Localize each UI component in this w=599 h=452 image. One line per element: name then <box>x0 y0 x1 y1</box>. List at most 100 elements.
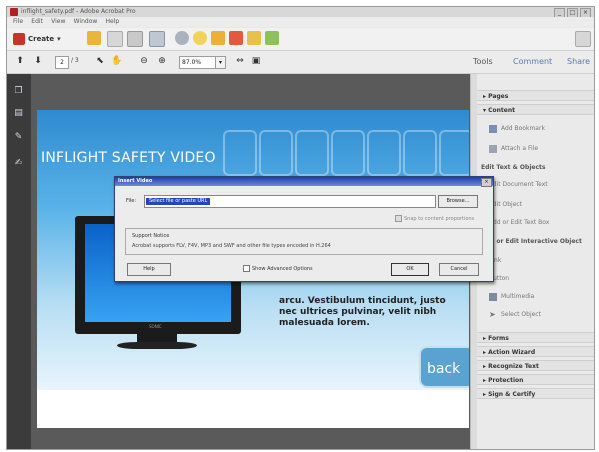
attachments-icon[interactable]: ✎ <box>13 132 24 143</box>
airplane-window-shape <box>367 130 401 176</box>
attach-file-item[interactable]: Attach a File <box>489 144 538 154</box>
next-page-icon[interactable]: ⬇ <box>33 56 43 67</box>
file-label: File: <box>126 198 137 204</box>
open-icon[interactable] <box>107 31 123 47</box>
combine-icon[interactable] <box>87 31 101 45</box>
panel-protection[interactable]: ▸ Protection <box>477 374 594 385</box>
previous-page-icon[interactable]: ⬆ <box>15 56 25 67</box>
fit-width-icon[interactable]: ⇔ <box>235 56 245 67</box>
dialog-title: Insert Video <box>115 177 493 186</box>
expand-icon[interactable] <box>575 31 591 47</box>
monitor-stand <box>137 334 177 342</box>
paperclip-icon <box>489 145 497 153</box>
tab-share[interactable]: Share <box>567 57 590 66</box>
save-icon[interactable] <box>127 31 143 47</box>
support-heading: Support Notice <box>132 233 170 239</box>
film-icon <box>489 293 497 301</box>
zoom-out-icon[interactable]: ⊖ <box>139 56 149 67</box>
panel-forms[interactable]: ▸ Forms <box>477 332 594 343</box>
support-notice-box: Support Notice Acrobat supports FLV, F4V… <box>125 228 483 255</box>
airplane-window-shape <box>403 130 437 176</box>
panel-pages[interactable]: ▸ Pages <box>477 90 594 101</box>
menu-bar: File Edit View Window Help <box>7 17 594 27</box>
group-edit-text-objects: Edit Text & Objects <box>481 164 546 171</box>
edit-document-text-item[interactable]: Edit Document Text <box>489 180 548 190</box>
select-tool-icon[interactable]: ⬉ <box>95 56 105 67</box>
arrow-cursor-icon: ➤ <box>489 310 496 319</box>
multimedia-item[interactable]: Multimedia <box>489 292 534 302</box>
select-object-label: Select Object <box>501 311 541 318</box>
menu-edit[interactable]: Edit <box>31 18 43 25</box>
page-thumbnails-icon[interactable]: ❐ <box>13 86 24 97</box>
menu-view[interactable]: View <box>51 18 65 25</box>
page-number-input[interactable]: 2 <box>55 56 69 69</box>
add-edit-text-box-item[interactable]: Add or Edit Text Box <box>489 218 549 228</box>
panel-sign-certify[interactable]: ▸ Sign & Certify <box>477 388 594 399</box>
add-bookmark-label: Add Bookmark <box>501 125 545 132</box>
highlight-icon[interactable] <box>229 31 243 45</box>
group-interactive-object: Add or Edit Interactive Object <box>481 238 582 245</box>
attach-icon[interactable] <box>247 31 261 45</box>
panel-action-wizard[interactable]: ▸ Action Wizard <box>477 346 594 357</box>
cancel-button[interactable]: Cancel <box>439 263 479 276</box>
create-icon <box>13 33 25 45</box>
zoom-in-icon[interactable]: ⊕ <box>157 56 167 67</box>
menu-window[interactable]: Window <box>74 18 98 25</box>
add-bookmark-item[interactable]: Add Bookmark <box>489 124 545 134</box>
snap-proportions-checkbox[interactable]: Snap to content proportions <box>395 215 474 222</box>
comment-icon[interactable] <box>193 31 207 45</box>
create-button[interactable]: Create ▾ <box>13 32 61 46</box>
advanced-options-checkbox[interactable]: Show Advanced Options <box>243 265 313 272</box>
file-input-value: Select file or paste URL <box>146 198 211 205</box>
panel-recognize-text[interactable]: ▸ Recognize Text <box>477 360 594 371</box>
page-title: INFLIGHT SAFETY VIDEO <box>41 150 216 166</box>
file-input[interactable]: Select file or paste URL <box>144 195 436 208</box>
monitor-brand: SONIC <box>149 324 162 329</box>
monitor-base <box>117 342 197 349</box>
ok-button[interactable]: OK <box>391 263 429 276</box>
menu-file[interactable]: File <box>13 18 23 25</box>
browse-button[interactable]: Browse... <box>438 195 478 208</box>
navigation-toolbar: ⬆ ⬇ 2 / 3 ⬉ ✋ ⊖ ⊕ 87.0% ▾ ⇔ ▣ <box>7 51 594 74</box>
fit-page-icon[interactable]: ▣ <box>251 56 261 67</box>
tab-tools[interactable]: Tools <box>473 57 493 66</box>
checkbox-box <box>395 215 402 222</box>
airplane-window-shape <box>223 130 257 176</box>
snap-proportions-label: Snap to content proportions <box>404 215 475 222</box>
help-button[interactable]: Help <box>127 263 171 276</box>
hand-tool-icon[interactable]: ✋ <box>111 56 122 67</box>
window-title: inflight_safety.pdf - Adobe Acrobat Pro <box>21 8 136 15</box>
bookmarks-icon[interactable]: ▤ <box>13 108 24 119</box>
airplane-window-shape <box>439 130 469 176</box>
panel-content[interactable]: ▾ Content <box>477 104 594 115</box>
support-text: Acrobat supports FLV, F4V, MP3 and SWF a… <box>132 243 331 249</box>
bookmark-icon <box>489 125 497 133</box>
main-toolbar: Create ▾ <box>7 28 594 51</box>
add-edit-text-box-label: Add or Edit Text Box <box>489 219 550 226</box>
dialog-close-button[interactable]: × <box>481 178 492 187</box>
page-total: / 3 <box>71 57 79 64</box>
print-icon[interactable] <box>149 31 165 47</box>
left-navigation-pane: ❐ ▤ ✎ ✍ <box>7 74 31 449</box>
title-bar: inflight_safety.pdf - Adobe Acrobat Pro … <box>7 7 594 18</box>
tab-comment[interactable]: Comment <box>513 57 552 66</box>
edit-document-text-label: Edit Document Text <box>489 181 548 188</box>
airplane-window-shape <box>259 130 293 176</box>
attach-file-label: Attach a File <box>501 145 539 152</box>
zoom-dropdown[interactable]: ▾ <box>215 56 226 69</box>
zoom-input[interactable]: 87.0% <box>179 56 217 69</box>
checkbox-box <box>243 265 250 272</box>
stamp-icon[interactable] <box>211 31 225 45</box>
chevron-down-icon: ▾ <box>57 35 61 43</box>
select-object-item[interactable]: ➤ Select Object <box>489 310 541 320</box>
insert-video-dialog: Insert Video × File: Select file or past… <box>114 176 494 282</box>
settings-icon[interactable] <box>175 31 189 45</box>
advanced-options-label: Show Advanced Options <box>252 265 313 272</box>
airplane-window-shape <box>331 130 365 176</box>
acrobat-app-icon <box>10 8 18 16</box>
back-button[interactable]: back <box>419 346 469 388</box>
page-body-text: arcu. Vestibulum tincidunt, justo nec ul… <box>279 296 446 328</box>
signatures-icon[interactable]: ✍ <box>13 158 24 169</box>
menu-help[interactable]: Help <box>106 18 120 25</box>
review-icon[interactable] <box>265 31 279 45</box>
